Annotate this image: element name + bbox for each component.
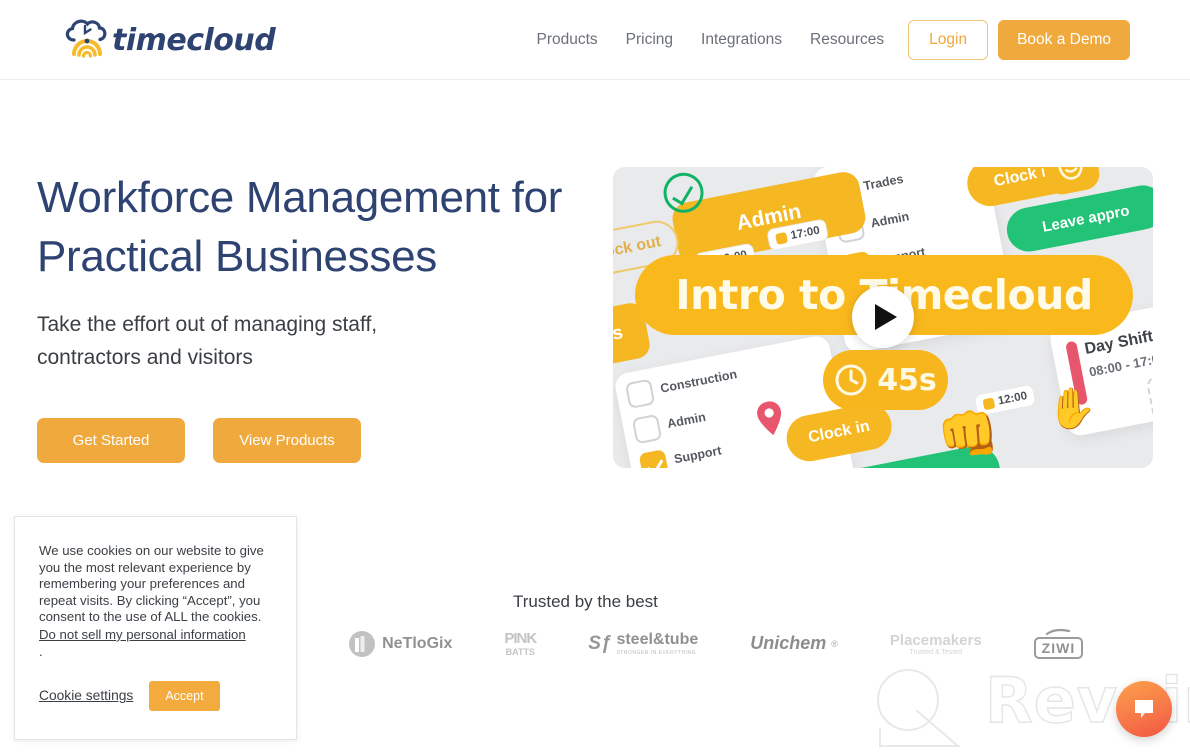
site-header: timecloud Products Pricing Integrations … [0,0,1190,80]
cookie-consent-text: We use cookies on our website to give yo… [39,543,264,625]
hero-subtitle-line-2: contractors and visitors [37,346,253,369]
client-logo-steel-sub: STRONGER IN EVERYTHING [616,650,696,656]
nav-link-pricing[interactable]: Pricing [612,31,687,49]
client-logo-ziwi: ZIWI [1033,628,1084,659]
ziwi-bird-icon [1046,628,1071,636]
client-logo-steel-name: steel&tube [616,631,699,648]
chat-bubble-icon [1135,700,1153,718]
client-logo-pink: PINK BATTS [504,630,537,657]
client-logo-unichem: Unichem ® [750,633,838,653]
cookie-trailing-dot: . [39,643,43,659]
cookie-settings-link[interactable]: Cookie settings [39,688,133,703]
nav-link-resources[interactable]: Resources [796,31,898,49]
client-logo-placemakers-name: Placemakers [889,631,982,649]
hero-cta-group: Get Started View Products [37,418,582,463]
clock-icon [835,364,867,396]
get-started-button[interactable]: Get Started [37,418,185,463]
cookie-consent-banner: We use cookies on our website to give yo… [14,516,297,740]
brand-logo[interactable]: timecloud [60,14,276,66]
pointing-hand-icon: ✋ [1047,387,1097,431]
client-logo-netlogix: NeTloGix [347,629,452,659]
client-logo-steel-and-tube: Sƒ steel&tube STRONGER IN EVERYTHING [588,631,699,656]
client-logo-placemakers-sub: Trusted & Tested [909,648,963,656]
client-logo-pink-name: PINK [504,630,537,647]
checkbox-construction [624,378,656,409]
nav-link-integrations[interactable]: Integrations [687,31,796,49]
client-logo-unichem-name: Unichem [750,633,827,653]
hero-subtitle-line-1: Take the effort out of managing staff, [37,313,378,336]
client-logo-pink-sub: BATTS [505,647,535,657]
cloud-clock-icon [65,19,107,58]
hero-subtitle: Take the effort out of managing staff, c… [37,308,582,374]
netlogix-mark-icon [349,630,376,657]
intro-video-thumbnail[interactable]: Construction Admin Support Onboarding De… [613,167,1153,468]
login-button[interactable]: Login [908,20,989,60]
video-duration-badge: 45s [823,350,948,410]
page-title: Workforce Management for Practical Busin… [37,168,582,286]
cookie-actions: Cookie settings Accept [39,680,274,711]
nav-link-products[interactable]: Products [536,31,611,49]
q-mark-watermark-icon [877,669,961,747]
client-logo-placemakers: Placemakers Trusted & Tested [890,632,982,656]
hero-title-line-2: Practical Businesses [37,232,437,281]
do-not-sell-link[interactable]: Do not sell my personal information [39,627,246,642]
fist-emoji-icon: 👊 [937,406,1000,462]
landing-page: timecloud Products Pricing Integrations … [0,0,1190,753]
main-navigation: Products Pricing Integrations Resources … [536,0,1130,80]
view-products-button[interactable]: View Products [213,418,361,463]
brand-name: timecloud [112,22,276,58]
hero-title-line-1: Workforce Management for [37,173,563,222]
video-duration-text: 45s [877,362,937,398]
chat-widget-button[interactable] [1116,681,1172,737]
smiley-face-icon [1057,167,1083,180]
play-button[interactable] [852,286,914,348]
client-logo-ziwi-name: ZIWI [1033,637,1084,659]
checkbox-admin-left [631,413,663,445]
hero-section: Workforce Management for Practical Busin… [37,168,582,463]
client-logo-netlogix-name: NeTloGix [382,634,453,652]
cookie-accept-button[interactable]: Accept [149,680,220,711]
trusted-by-heading: Trusted by the best [513,592,658,611]
play-icon [874,304,897,330]
book-demo-button[interactable]: Book a Demo [998,20,1130,60]
client-logo-strip: IS GRS NeTloGix PINK BATTS Sƒ steel&tube… [280,628,1084,659]
